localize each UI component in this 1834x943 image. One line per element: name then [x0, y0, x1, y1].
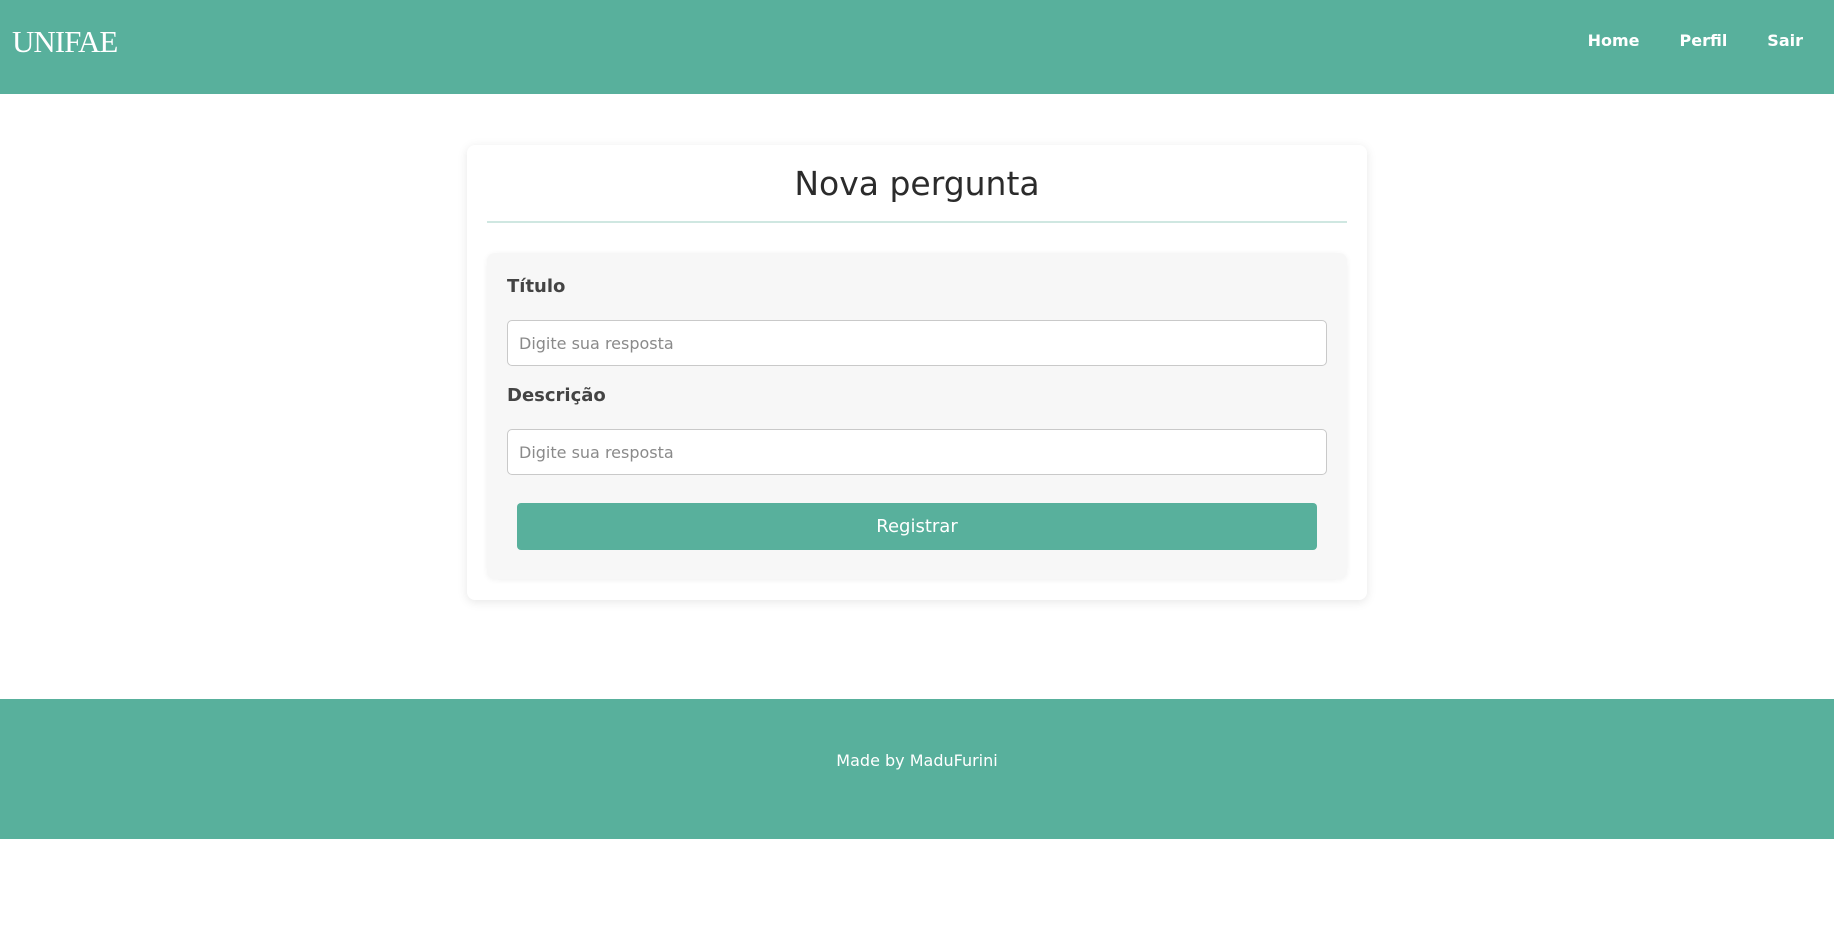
main-nav: Home Perfil Sair: [1588, 30, 1803, 52]
descricao-label: Descrição: [507, 385, 606, 406]
descricao-input[interactable]: [507, 429, 1327, 475]
new-question-form: Título Descrição Registrar: [487, 253, 1347, 579]
page-footer: Made by MaduFurini: [0, 699, 1834, 839]
registrar-button[interactable]: Registrar: [517, 503, 1317, 550]
nav-perfil-link[interactable]: Perfil: [1679, 30, 1727, 52]
titulo-label: Título: [507, 276, 566, 297]
page-title: Nova pergunta: [487, 145, 1347, 223]
titulo-input[interactable]: [507, 320, 1327, 366]
footer-credit: Made by MaduFurini: [836, 751, 998, 770]
unifae-logo[interactable]: UNIFAE: [12, 25, 118, 59]
nav-home-link[interactable]: Home: [1588, 30, 1640, 52]
nav-sair-link[interactable]: Sair: [1767, 30, 1803, 52]
new-question-card: Nova pergunta Título Descrição Registrar: [467, 145, 1367, 600]
top-header: UNIFAE Home Perfil Sair: [0, 0, 1834, 94]
